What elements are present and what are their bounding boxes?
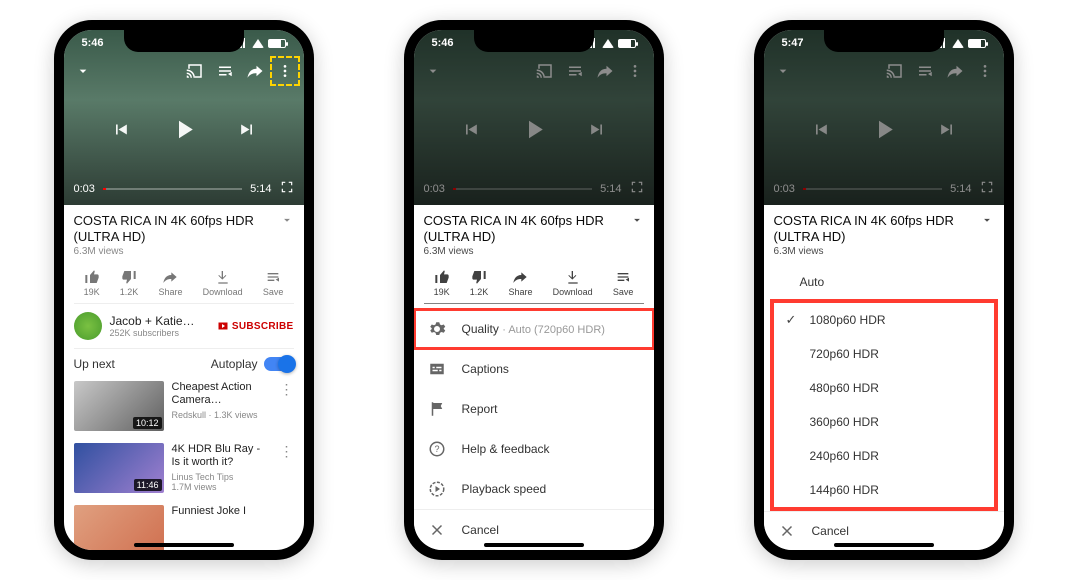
video-player: 0:035:14: [414, 30, 654, 205]
close-icon: [428, 521, 446, 539]
queue-icon: [566, 62, 584, 80]
quality-240p[interactable]: 240p60 HDR: [774, 439, 994, 473]
share-button[interactable]: Share: [158, 269, 182, 297]
home-indicator: [484, 543, 584, 547]
speed-icon: [428, 480, 446, 498]
dislike-button[interactable]: 1.2K: [120, 269, 139, 297]
collapse-icon[interactable]: [74, 62, 92, 80]
fullscreen-icon: [980, 180, 994, 197]
collapse-icon: [424, 62, 442, 80]
autoplay-toggle[interactable]: [264, 357, 294, 371]
channel-subs: 252K subscribers: [110, 328, 209, 338]
close-icon: [778, 522, 796, 540]
status-time: 5:46: [82, 37, 104, 49]
wifi-icon: [952, 39, 964, 48]
save-button[interactable]: Save: [263, 269, 284, 297]
notch: [824, 30, 944, 52]
prev-icon[interactable]: [111, 119, 131, 144]
queue-icon[interactable]: [216, 62, 234, 80]
quality-1080p[interactable]: 1080p60 HDR: [774, 303, 994, 337]
captions-icon: [428, 360, 446, 378]
report-option[interactable]: Report: [414, 389, 654, 429]
phone-2: 5:46 0:035:14 COSTA RICA IN 4K 60fps HDR…: [404, 20, 664, 560]
cast-icon[interactable]: [186, 62, 204, 80]
help-icon: ?: [428, 440, 446, 458]
fullscreen-icon: [630, 180, 644, 197]
download-button[interactable]: Download: [203, 269, 243, 297]
expand-icon[interactable]: [280, 213, 294, 257]
player-controls: [64, 114, 304, 149]
item-more-icon[interactable]: ⋮: [280, 381, 294, 431]
quality-sheet: Auto 1080p60 HDR 720p60 HDR 480p60 HDR 3…: [764, 265, 1004, 550]
status-time: 5:46: [432, 37, 454, 49]
captions-option[interactable]: Captions: [414, 349, 654, 389]
quality-option[interactable]: Quality · Auto (720p60 HDR): [414, 309, 654, 349]
video-player: 0:035:14: [764, 30, 1004, 205]
svg-text:?: ?: [434, 444, 439, 454]
related-video-2[interactable]: 11:46 4K HDR Blu Ray - Is it worth it?Li…: [74, 437, 294, 499]
more-options-icon[interactable]: [276, 62, 294, 80]
video-title-row[interactable]: COSTA RICA IN 4K 60fps HDR (ULTRA HD) 6.…: [74, 213, 294, 257]
time-duration: 5:14: [250, 183, 271, 195]
subscribe-button[interactable]: SUBSCRIBE: [217, 320, 294, 332]
video-title: COSTA RICA IN 4K 60fps HDR (ULTRA HD): [74, 213, 280, 244]
related-video-1[interactable]: 10:12 Cheapest Action Camera…Redskull · …: [74, 375, 294, 437]
battery-icon: [268, 39, 286, 48]
autoplay-label: Autoplay: [211, 357, 258, 371]
battery-icon: [968, 39, 986, 48]
thumbnail[interactable]: 10:12: [74, 381, 164, 431]
home-indicator: [134, 543, 234, 547]
battery-icon: [618, 39, 636, 48]
item-more-icon[interactable]: ⋮: [280, 443, 294, 493]
video-views: 6.3M views: [74, 246, 280, 257]
next-icon[interactable]: [237, 119, 257, 144]
options-sheet: Quality · Auto (720p60 HDR) Captions Rep…: [414, 309, 654, 550]
quality-144p[interactable]: 144p60 HDR: [774, 473, 994, 507]
channel-avatar[interactable]: [74, 312, 102, 340]
share-icon: [596, 62, 614, 80]
share-icon[interactable]: [246, 62, 264, 80]
quality-480p[interactable]: 480p60 HDR: [774, 371, 994, 405]
quality-720p[interactable]: 720p60 HDR: [774, 337, 994, 371]
like-button[interactable]: 19K: [84, 269, 100, 297]
status-time: 5:47: [782, 37, 804, 49]
video-player[interactable]: 0:03 5:14: [64, 30, 304, 205]
quality-auto[interactable]: Auto: [764, 265, 1004, 299]
time-elapsed: 0:03: [74, 183, 95, 195]
next-icon: [587, 119, 607, 144]
flag-icon: [428, 400, 446, 418]
wifi-icon: [252, 39, 264, 48]
help-option[interactable]: ?Help & feedback: [414, 429, 654, 469]
home-indicator: [834, 543, 934, 547]
phone-3: 5:47 0:035:14 COSTA RICA IN 4K 60fps HDR…: [754, 20, 1014, 560]
channel-name: Jacob + Katie…: [110, 314, 209, 328]
channel-row[interactable]: Jacob + Katie… 252K subscribers SUBSCRIB…: [74, 304, 294, 349]
wifi-icon: [602, 39, 614, 48]
quality-360p[interactable]: 360p60 HDR: [774, 405, 994, 439]
phone-1: 5:46: [54, 20, 314, 560]
play-icon: [519, 114, 549, 149]
more-options-icon: [626, 62, 644, 80]
notch: [474, 30, 594, 52]
gear-icon: [428, 320, 446, 338]
prev-icon: [461, 119, 481, 144]
fullscreen-icon[interactable]: [280, 180, 294, 197]
seek-bar[interactable]: [103, 188, 242, 190]
up-next-label: Up next: [74, 357, 115, 371]
cast-icon: [536, 62, 554, 80]
notch: [124, 30, 244, 52]
thumbnail[interactable]: 11:46: [74, 443, 164, 493]
playback-speed-option[interactable]: Playback speed: [414, 469, 654, 509]
play-icon[interactable]: [169, 114, 199, 149]
